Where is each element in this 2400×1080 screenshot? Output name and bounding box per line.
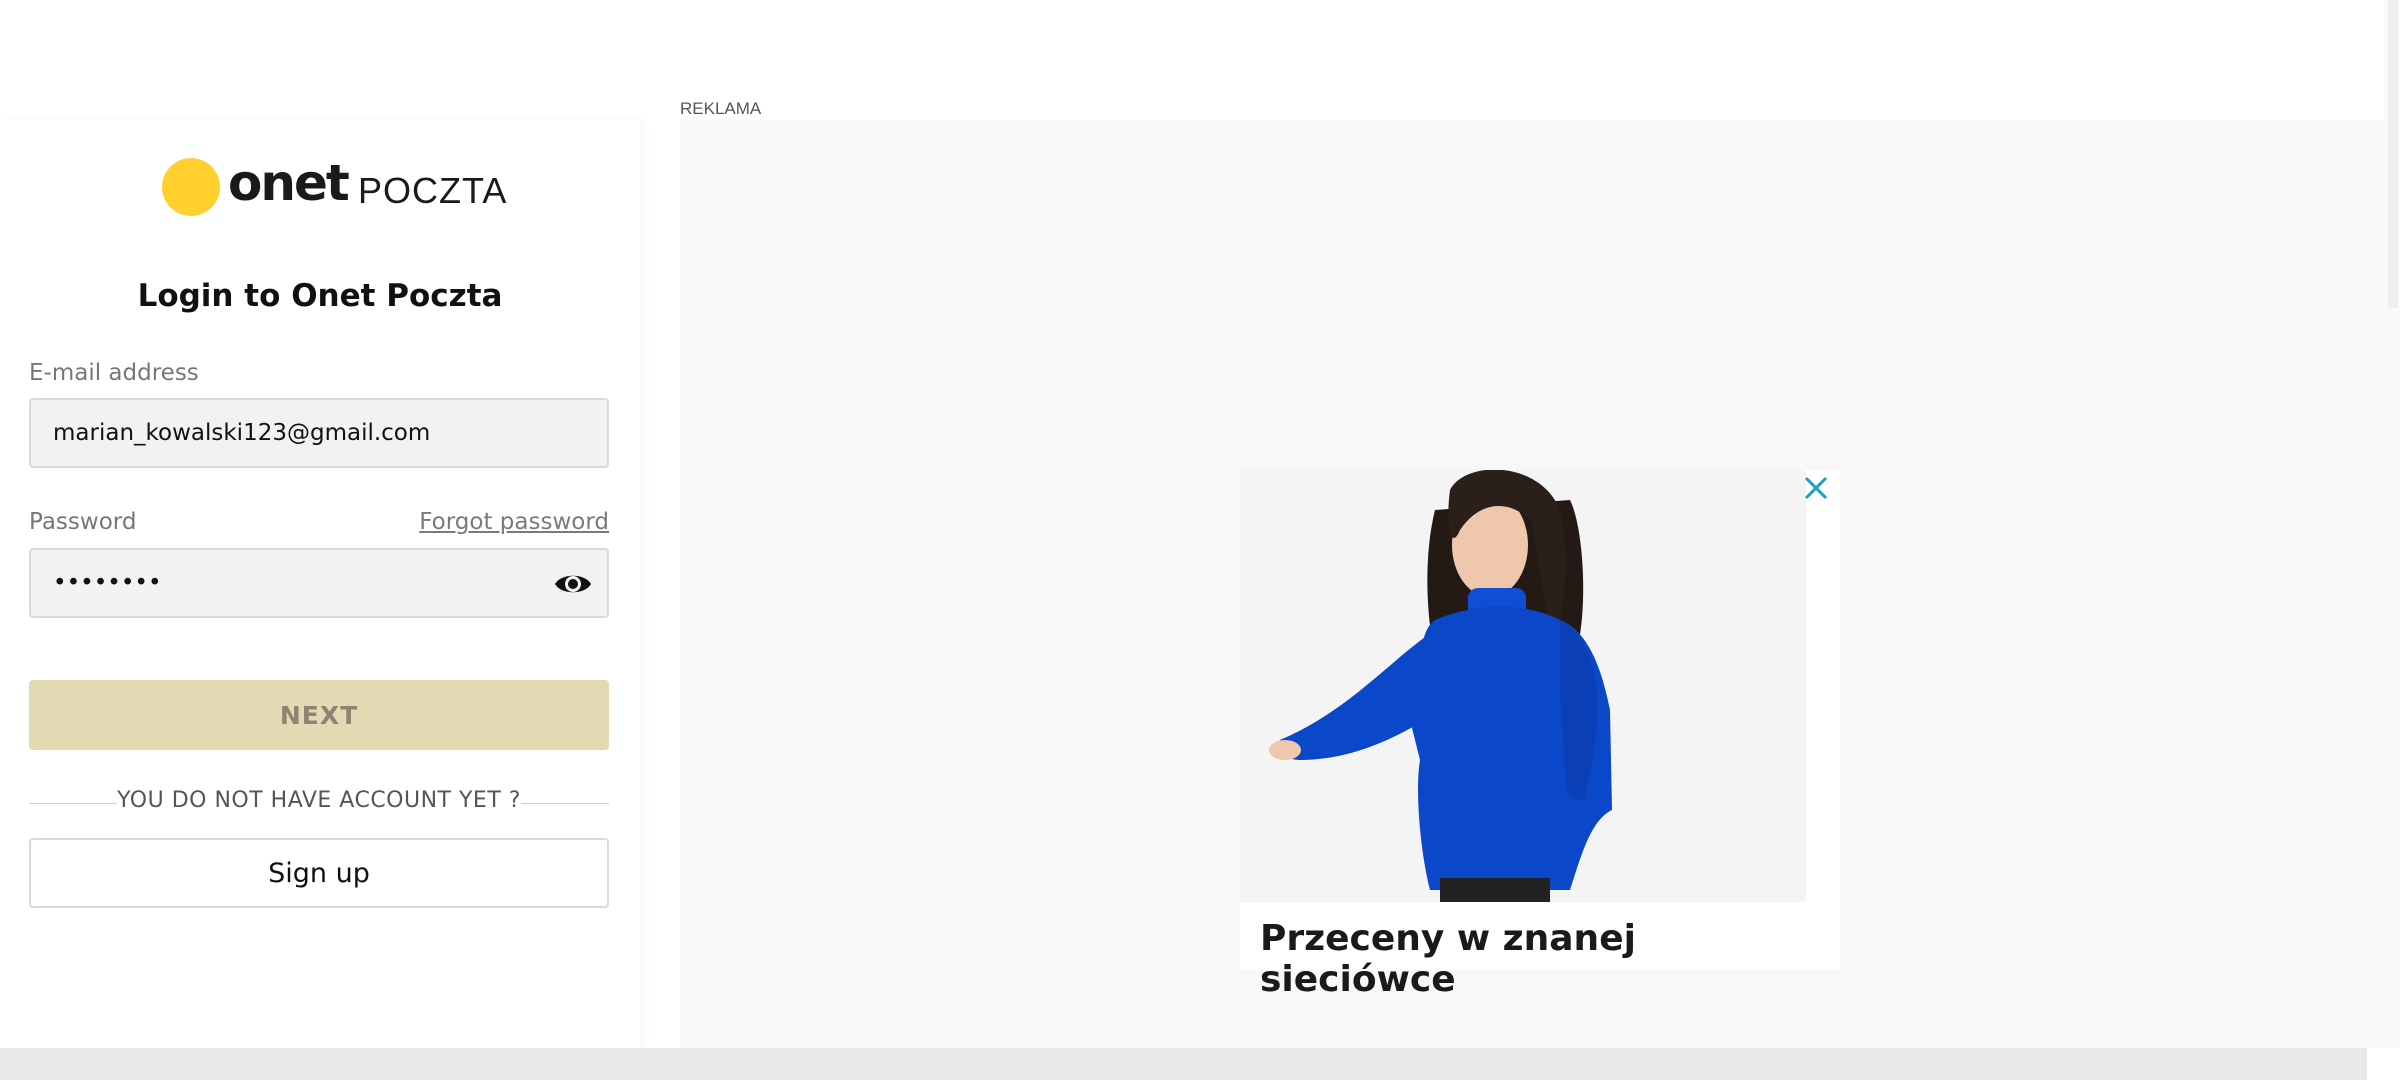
ad-caption[interactable]: Przeceny w znanej sieciówce — [1260, 918, 1840, 1000]
ad-card[interactable]: Przeceny w znanej sieciówce — [1240, 470, 1840, 1000]
email-label: E-mail address — [29, 360, 199, 386]
scrollbar-thumb[interactable] — [2388, 0, 2398, 308]
logo-brand-text: onet — [228, 154, 350, 212]
password-label: Password — [29, 509, 137, 535]
email-field[interactable] — [31, 400, 607, 466]
no-account-text: YOU DO NOT HAVE ACCOUNT YET ? — [117, 788, 521, 813]
ad-area: Przeceny w znanej sieciówce — [680, 120, 2385, 1048]
password-field-container — [29, 548, 609, 618]
onet-poczta-logo[interactable]: onet POCZTA — [162, 154, 506, 218]
signup-divider: YOU DO NOT HAVE ACCOUNT YET ? — [29, 788, 609, 818]
page-title: Login to Onet Poczta — [137, 278, 503, 314]
ad-close-icon[interactable] — [1798, 470, 1834, 506]
ad-label: REKLAMA — [680, 99, 762, 118]
next-button[interactable]: NEXT — [29, 680, 609, 750]
vertical-scrollbar[interactable] — [2384, 0, 2400, 1048]
password-field[interactable] — [31, 550, 607, 616]
show-password-eye-icon[interactable] — [553, 569, 593, 599]
login-panel: onet POCZTA Login to Onet Poczta E-mail … — [0, 120, 640, 1048]
ad-image-woman-sweater[interactable] — [1240, 470, 1806, 902]
logo-service-text: POCZTA — [358, 170, 508, 211]
divider-line-right — [521, 803, 609, 804]
forgot-password-link[interactable]: Forgot password — [419, 509, 609, 535]
email-field-container — [29, 398, 609, 468]
bottom-bar — [0, 1048, 2367, 1080]
signup-button[interactable]: Sign up — [29, 838, 609, 908]
onet-logo-circle-icon — [162, 158, 220, 216]
